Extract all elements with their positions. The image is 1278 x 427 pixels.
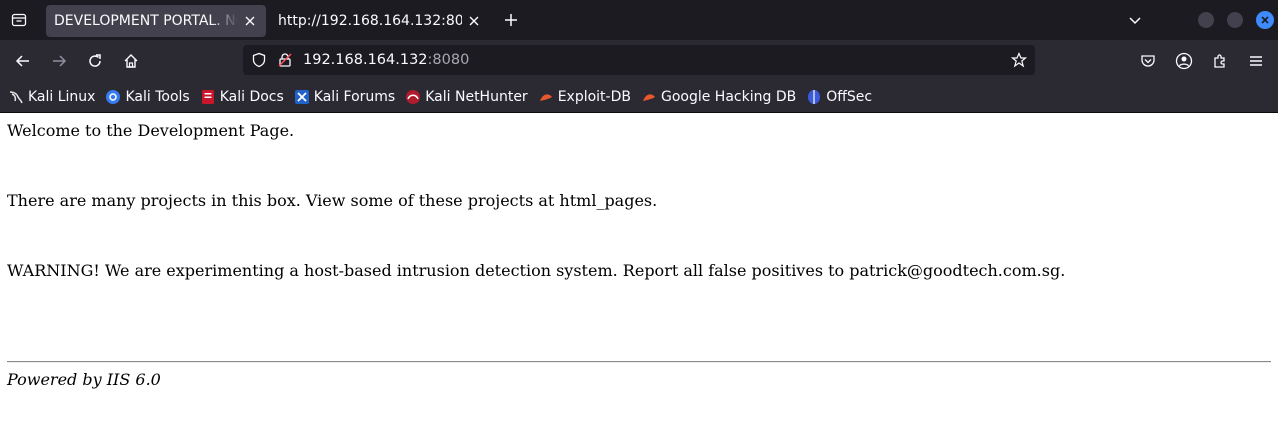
home-button[interactable] bbox=[115, 45, 147, 77]
toolbar-right bbox=[1128, 45, 1272, 77]
exploit-db-icon bbox=[538, 89, 554, 105]
insecure-lock-icon[interactable] bbox=[277, 52, 293, 68]
bookmark-google-hacking-db[interactable]: Google Hacking DB bbox=[641, 89, 796, 105]
reload-button[interactable] bbox=[79, 45, 111, 77]
new-tab-button[interactable] bbox=[496, 5, 526, 35]
bookmark-label: Kali Tools bbox=[125, 89, 190, 105]
close-icon bbox=[1261, 16, 1269, 24]
warning-text: WARNING! We are experimenting a host-bas… bbox=[7, 261, 1066, 280]
bookmark-offsec[interactable]: OffSec bbox=[806, 89, 872, 105]
url-host: 192.168.164.132 bbox=[303, 52, 428, 68]
tab-development-portal[interactable]: DEVELOPMENT PORTAL. NOT FOR OUTSIDERS OR… bbox=[46, 5, 266, 37]
bookmark-kali-linux[interactable]: Kali Linux bbox=[8, 89, 95, 105]
tab-title: http://192.168.164.132:8080/ bbox=[278, 13, 462, 29]
extensions-button[interactable] bbox=[1204, 45, 1236, 77]
bookmark-star-icon[interactable] bbox=[1011, 52, 1027, 68]
welcome-text: Welcome to the Development Page. bbox=[7, 121, 295, 140]
bookmark-kali-forums[interactable]: Kali Forums bbox=[294, 89, 395, 105]
close-tab-icon[interactable] bbox=[466, 13, 482, 29]
bookmark-label: Kali Docs bbox=[219, 89, 284, 105]
tracking-shield-icon[interactable] bbox=[251, 52, 267, 68]
server-footer: Powered by IIS 6.0 bbox=[7, 370, 161, 389]
bookmark-kali-tools[interactable]: Kali Tools bbox=[105, 89, 190, 105]
url-text: 192.168.164.132:8080 bbox=[303, 52, 469, 68]
pocket-button[interactable] bbox=[1132, 45, 1164, 77]
bookmark-exploit-db[interactable]: Exploit-DB bbox=[538, 89, 631, 105]
tab-strip: DEVELOPMENT PORTAL. NOT FOR OUTSIDERS OR… bbox=[0, 0, 1278, 40]
back-button[interactable] bbox=[7, 45, 39, 77]
browser-chrome: DEVELOPMENT PORTAL. NOT FOR OUTSIDERS OR… bbox=[0, 0, 1278, 113]
plus-icon bbox=[505, 14, 517, 26]
bookmark-kali-docs[interactable]: Kali Docs bbox=[200, 89, 284, 105]
tab-title: DEVELOPMENT PORTAL. NOT FOR OUTSIDERS OR… bbox=[54, 13, 238, 29]
tab-strip-right bbox=[1120, 0, 1278, 40]
home-icon bbox=[124, 54, 138, 68]
ghdb-icon bbox=[641, 89, 657, 105]
horizontal-rule bbox=[7, 361, 1271, 363]
offsec-icon bbox=[806, 89, 822, 105]
firefox-view-icon bbox=[11, 13, 27, 27]
url-bar[interactable]: 192.168.164.132:8080 bbox=[243, 45, 1035, 75]
bookmark-label: OffSec bbox=[826, 89, 873, 105]
maximize-button[interactable] bbox=[1227, 12, 1243, 28]
pocket-icon bbox=[1141, 55, 1155, 67]
kali-nethunter-icon bbox=[405, 89, 421, 105]
minimize-button[interactable] bbox=[1198, 12, 1214, 28]
bookmarks-toolbar: Kali Linux Kali Tools Kali Docs Kali For… bbox=[0, 82, 1278, 113]
kali-docs-icon bbox=[200, 89, 216, 105]
window-close-button[interactable] bbox=[1256, 11, 1274, 29]
kali-dragon-icon bbox=[8, 89, 24, 105]
bookmark-label: Google Hacking DB bbox=[660, 89, 797, 105]
close-tab-icon[interactable] bbox=[242, 13, 258, 29]
kali-forums-icon bbox=[294, 89, 310, 105]
account-button[interactable] bbox=[1168, 45, 1200, 77]
projects-text: There are many projects in this box. Vie… bbox=[7, 191, 658, 210]
bookmark-label: Exploit-DB bbox=[557, 89, 631, 105]
reload-icon bbox=[89, 54, 101, 67]
url-port: :8080 bbox=[427, 52, 470, 68]
kali-tools-icon bbox=[105, 89, 121, 105]
chevron-down-icon bbox=[1129, 17, 1141, 25]
tab-url[interactable]: http://192.168.164.132:8080/ bbox=[270, 5, 490, 37]
back-arrow-icon bbox=[15, 55, 29, 67]
bookmark-kali-nethunter[interactable]: Kali NetHunter bbox=[405, 89, 528, 105]
hamburger-menu-icon bbox=[1250, 56, 1262, 66]
bookmark-label: Kali NetHunter bbox=[425, 89, 528, 105]
account-icon bbox=[1175, 52, 1193, 70]
navigation-toolbar: 192.168.164.132:8080 bbox=[0, 40, 1278, 82]
forward-arrow-icon bbox=[53, 55, 67, 67]
firefox-view-button[interactable] bbox=[0, 0, 38, 40]
forward-button[interactable] bbox=[43, 45, 75, 77]
app-menu-button[interactable] bbox=[1240, 45, 1272, 77]
list-all-tabs-button[interactable] bbox=[1120, 5, 1150, 35]
bookmark-label: Kali Linux bbox=[28, 89, 96, 105]
bookmark-label: Kali Forums bbox=[313, 89, 396, 105]
puzzle-icon bbox=[1214, 54, 1225, 68]
